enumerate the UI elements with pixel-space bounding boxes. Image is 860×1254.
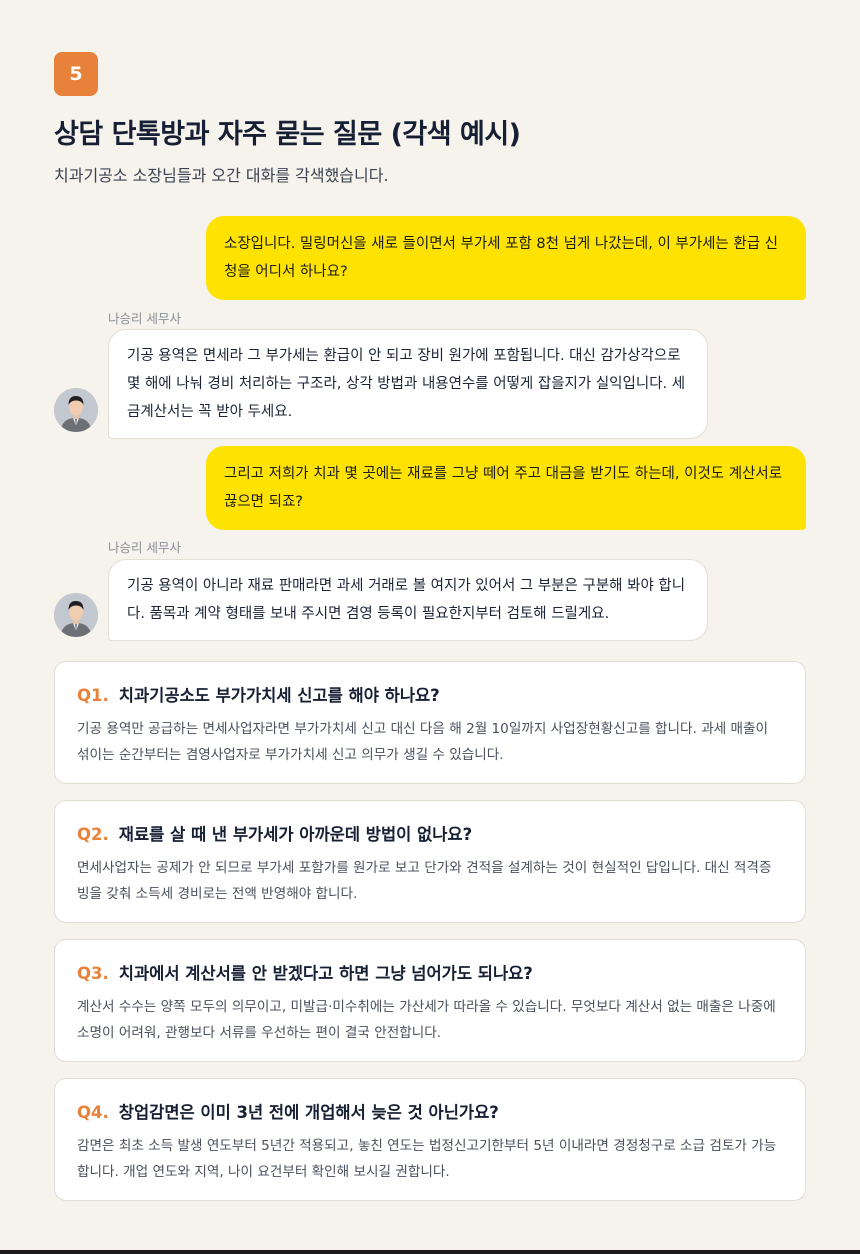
- page-title: 상담 단톡방과 자주 묻는 질문 (각색 예시): [54, 119, 521, 150]
- user-message-bubble: 그리고 저희가 치과 몇 곳에는 재료를 그냥 떼어 주고 대금을 받기도 하는…: [206, 446, 806, 530]
- advisor-name: 나승리 세무사: [108, 311, 181, 326]
- faq-number: Q3.: [77, 964, 109, 983]
- advisor-message-bubble: 기공 용역은 면세라 그 부가세는 환급이 안 되고 장비 원가에 포함됩니다.…: [108, 329, 708, 439]
- faq-question-text: 창업감면은 이미 3년 전에 개업해서 늦은 것 아닌가요?: [118, 1103, 499, 1122]
- advisor-avatar: [54, 388, 98, 432]
- advisor-avatar: [54, 593, 98, 637]
- faq-card: Q4. 창업감면은 이미 3년 전에 개업해서 늦은 것 아닌가요? 감면은 최…: [54, 1078, 806, 1201]
- faq-card: Q3. 치과에서 계산서를 안 받겠다고 하면 그냥 넘어가도 되나요? 계산서…: [54, 939, 806, 1062]
- faq-question: Q4. 창업감면은 이미 3년 전에 개업해서 늦은 것 아닌가요?: [77, 1099, 783, 1123]
- faq-question-text: 치과기공소도 부가가치세 신고를 해야 하나요?: [118, 686, 440, 705]
- faq-answer: 면세사업자는 공제가 안 되므로 부가세 포함가를 원가로 보고 단가와 견적을…: [77, 860, 772, 902]
- faq-number: Q1.: [77, 686, 109, 705]
- faq-question-text: 치과에서 계산서를 안 받겠다고 하면 그냥 넘어가도 되나요?: [118, 964, 533, 983]
- faq-number: Q4.: [77, 1103, 109, 1122]
- page-subtitle: 치과기공소 소장님들과 오간 대화를 각색했습니다.: [54, 166, 389, 185]
- bottom-divider: [0, 1250, 860, 1254]
- faq-answer: 기공 용역만 공급하는 면세사업자라면 부가가치세 신고 대신 다음 해 2월 …: [77, 721, 769, 763]
- faq-answer: 계산서 수수는 양쪽 모두의 의무이고, 미발급·미수취에는 가산세가 따라올 …: [77, 999, 776, 1041]
- user-message-bubble: 소장입니다. 밀링머신을 새로 들이면서 부가세 포함 8천 넘게 나갔는데, …: [206, 216, 806, 300]
- advisor-message-bubble: 기공 용역이 아니라 재료 판매라면 과세 거래로 볼 여지가 있어서 그 부분…: [108, 559, 708, 641]
- faq-question-text: 재료를 살 때 낸 부가세가 아까운데 방법이 없나요?: [118, 825, 473, 844]
- faq-number: Q2.: [77, 825, 109, 844]
- faq-question: Q3. 치과에서 계산서를 안 받겠다고 하면 그냥 넘어가도 되나요?: [77, 960, 783, 984]
- faq-answer: 감면은 최초 소득 발생 연도부터 5년간 적용되고, 놓친 연도는 법정신고기…: [77, 1138, 777, 1180]
- faq-card: Q2. 재료를 살 때 낸 부가세가 아까운데 방법이 없나요? 면세사업자는 …: [54, 800, 806, 923]
- faq-question: Q1. 치과기공소도 부가가치세 신고를 해야 하나요?: [77, 682, 783, 706]
- section-number-badge: 5: [54, 52, 98, 96]
- faq-card: Q1. 치과기공소도 부가가치세 신고를 해야 하나요? 기공 용역만 공급하는…: [54, 661, 806, 784]
- advisor-name: 나승리 세무사: [108, 540, 181, 555]
- faq-question: Q2. 재료를 살 때 낸 부가세가 아까운데 방법이 없나요?: [77, 821, 783, 845]
